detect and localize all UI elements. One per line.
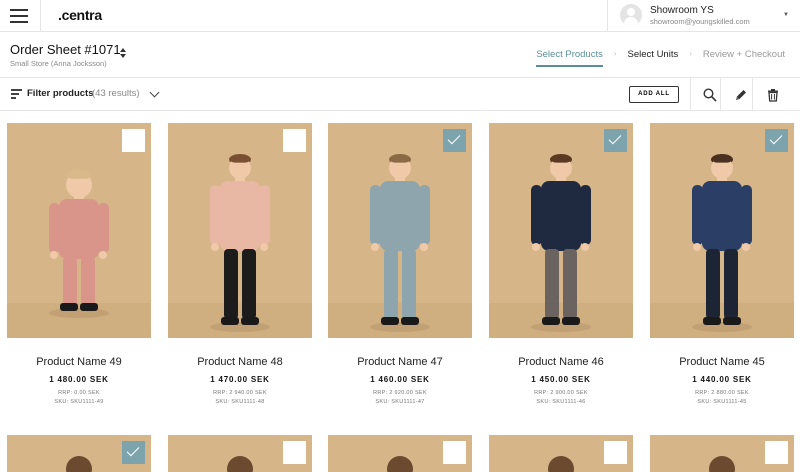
product-sku: SKU: SKU1111-48 <box>215 399 265 405</box>
select-checkbox[interactable] <box>122 129 145 152</box>
product-card[interactable] <box>328 435 472 472</box>
product-image[interactable] <box>168 123 312 338</box>
order-header: Order Sheet #1071 Small Store (Anna Jock… <box>0 33 800 78</box>
sort-toggle-icon[interactable] <box>119 48 127 60</box>
select-checkbox[interactable] <box>604 441 627 464</box>
product-photo-figure <box>650 123 794 338</box>
chevron-right-icon: › <box>689 49 692 58</box>
chevron-right-icon: › <box>613 49 617 58</box>
step-select-products[interactable]: Select Products <box>536 49 603 67</box>
step-select-units[interactable]: Select Units <box>628 49 679 65</box>
product-name[interactable]: Product Name 46 <box>489 356 633 368</box>
add-all-button[interactable]: ADD ALL <box>629 86 679 103</box>
result-count: (43 results) <box>92 88 140 99</box>
product-price: 1 450.00 SEK <box>531 375 591 384</box>
product-image[interactable] <box>328 123 472 338</box>
product-card[interactable] <box>168 435 312 472</box>
top-bar: .centra Showroom YS showroom@youngskille… <box>0 0 800 32</box>
product-name[interactable]: Product Name 45 <box>650 356 794 368</box>
filter-icon[interactable] <box>11 89 22 99</box>
select-checkbox[interactable] <box>443 441 466 464</box>
select-checkbox[interactable] <box>283 129 306 152</box>
avatar <box>620 4 642 26</box>
divider <box>607 0 608 32</box>
product-price: 1 480.00 SEK <box>49 375 109 384</box>
delete-button[interactable] <box>753 78 793 111</box>
product-name[interactable]: Product Name 49 <box>7 356 151 368</box>
chevron-down-icon[interactable] <box>149 87 160 98</box>
menu-icon[interactable] <box>10 9 28 23</box>
product-rrp: RRP: 2 940.00 SEK <box>213 390 267 396</box>
product-photo-figure <box>328 123 472 338</box>
product-sku: SKU: SKU1111-45 <box>697 399 747 405</box>
product-card[interactable] <box>7 435 151 472</box>
select-checkbox[interactable] <box>283 441 306 464</box>
select-checkbox[interactable] <box>443 129 466 152</box>
product-name[interactable]: Product Name 47 <box>328 356 472 368</box>
pencil-icon <box>736 90 746 100</box>
select-checkbox[interactable] <box>122 441 145 464</box>
product-price: 1 440.00 SEK <box>692 375 752 384</box>
product-rrp: RRP: 0.00 SEK <box>58 390 100 396</box>
product-card[interactable]: Product Name 45 1 440.00 SEK RRP: 2 880.… <box>650 123 794 413</box>
caret-down-icon[interactable]: ▼ <box>783 12 789 18</box>
product-rrp: RRP: 2 880.00 SEK <box>695 390 749 396</box>
product-rrp: RRP: 2 920.00 SEK <box>373 390 427 396</box>
product-card[interactable] <box>650 435 794 472</box>
product-sku: SKU: SKU1111-46 <box>536 399 586 405</box>
filter-bar: Filter products (43 results) ADD ALL <box>0 78 800 111</box>
select-checkbox[interactable] <box>765 441 788 464</box>
product-sku: SKU: SKU1111-47 <box>375 399 425 405</box>
product-image[interactable] <box>650 123 794 338</box>
product-image[interactable] <box>7 123 151 338</box>
product-photo-figure <box>7 123 151 338</box>
app-logo[interactable]: .centra <box>58 7 102 23</box>
product-rrp: RRP: 2 900.00 SEK <box>534 390 588 396</box>
user-menu[interactable]: Showroom YS showroom@youngskilled.com ▼ <box>620 4 790 28</box>
checkout-steps: Select Products › Select Units › Review … <box>536 49 785 69</box>
product-sku: SKU: SKU1111-49 <box>54 399 104 405</box>
product-card[interactable]: Product Name 48 1 470.00 SEK RRP: 2 940.… <box>168 123 312 413</box>
product-card[interactable] <box>489 435 633 472</box>
step-review-checkout[interactable]: Review + Checkout <box>703 49 785 65</box>
product-name[interactable]: Product Name 48 <box>168 356 312 368</box>
select-checkbox[interactable] <box>604 129 627 152</box>
user-email: showroom@youngskilled.com <box>650 17 750 26</box>
product-price: 1 470.00 SEK <box>210 375 270 384</box>
product-image[interactable] <box>489 123 633 338</box>
product-photo-figure <box>489 123 633 338</box>
product-card[interactable]: Product Name 46 1 450.00 SEK RRP: 2 900.… <box>489 123 633 413</box>
product-photo-figure <box>168 123 312 338</box>
product-card[interactable]: Product Name 49 1 480.00 SEK RRP: 0.00 S… <box>7 123 151 413</box>
divider <box>40 0 41 32</box>
product-price: 1 460.00 SEK <box>370 375 430 384</box>
page-title: Order Sheet #1071 <box>10 42 121 57</box>
product-card[interactable]: Product Name 47 1 460.00 SEK RRP: 2 920.… <box>328 123 472 413</box>
search-icon <box>703 88 717 102</box>
filter-products-label[interactable]: Filter products <box>27 88 94 99</box>
trash-icon <box>768 89 778 102</box>
order-customer: Small Store (Anna Jocksson) <box>10 59 107 68</box>
user-name: Showroom YS <box>650 5 714 16</box>
select-checkbox[interactable] <box>765 129 788 152</box>
